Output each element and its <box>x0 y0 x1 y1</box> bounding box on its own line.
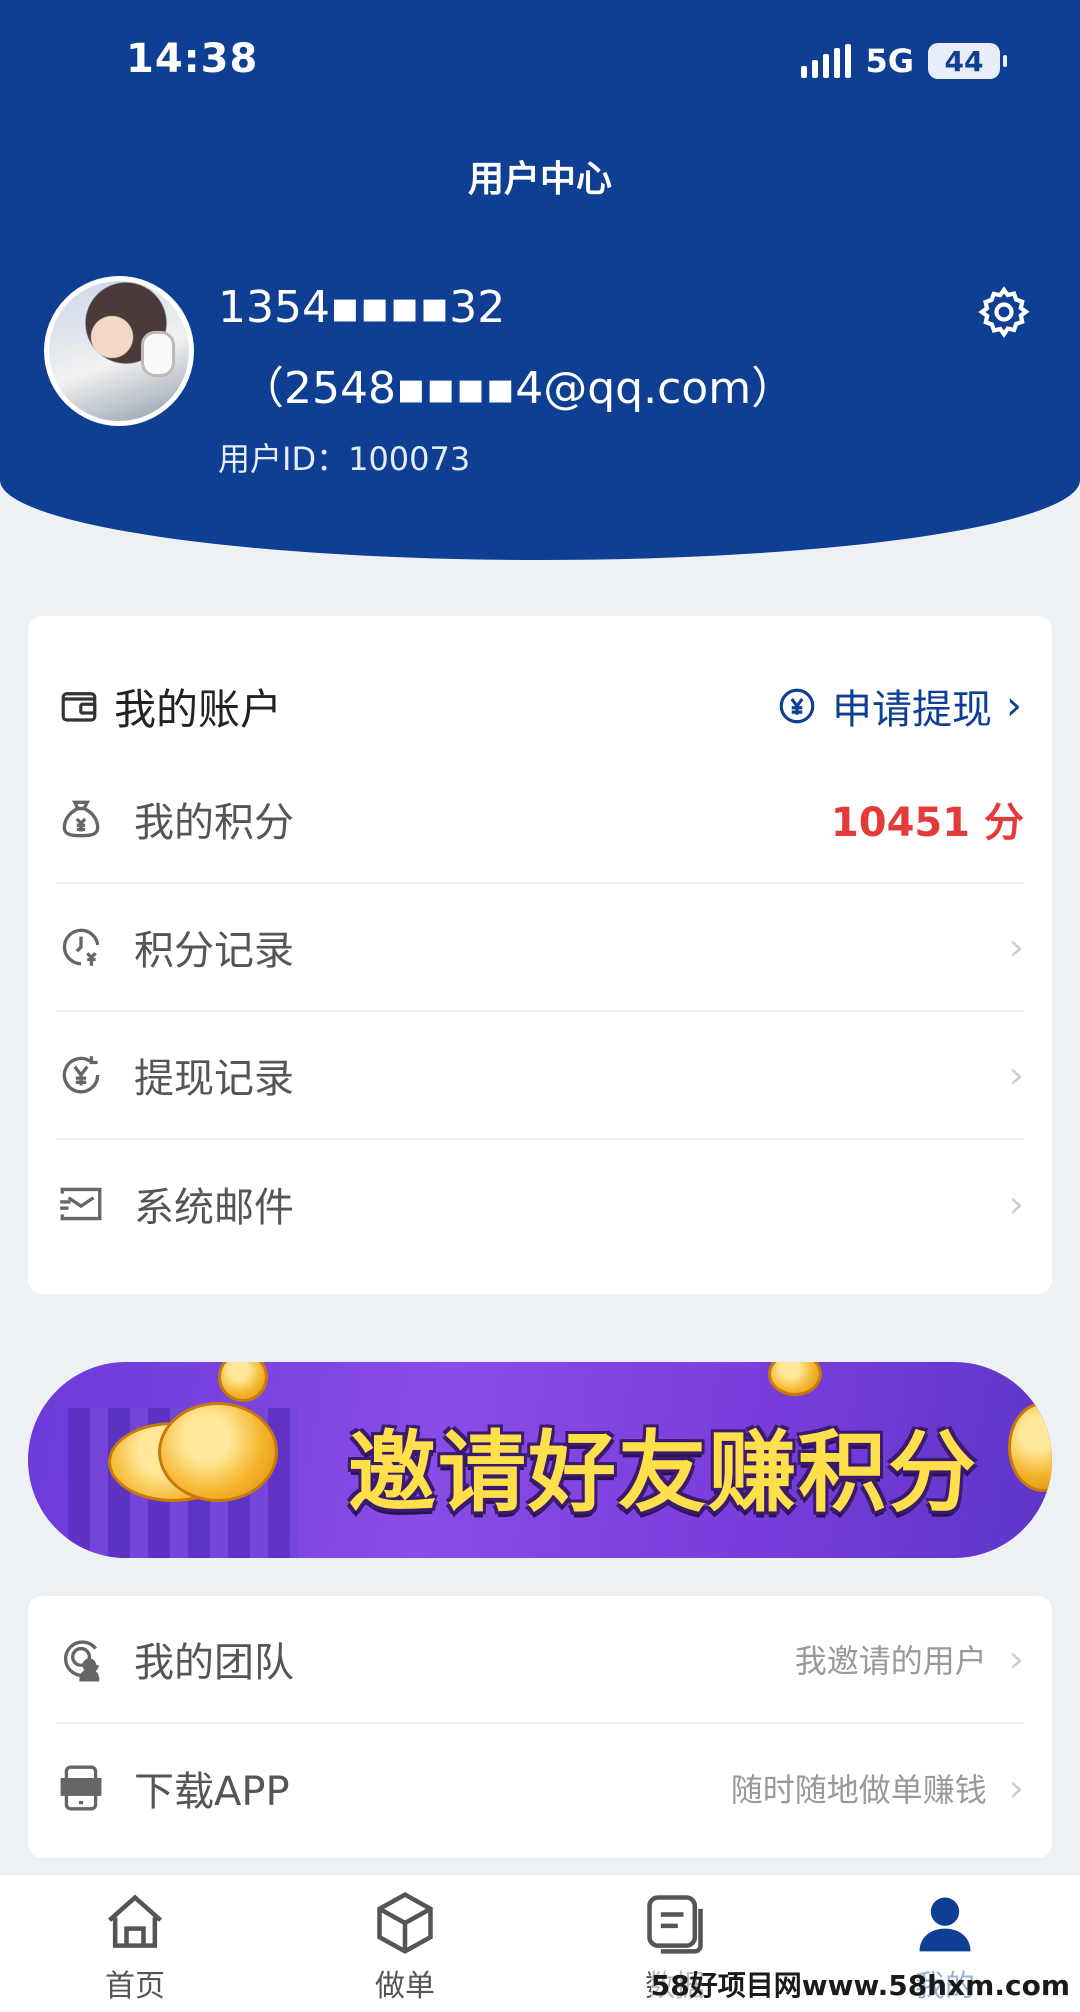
row-points-history[interactable]: 积分记录 › <box>56 884 1024 1012</box>
coin-icon <box>768 1362 822 1396</box>
row-system-mail[interactable]: 系统邮件 › <box>56 1140 1024 1268</box>
points-value: 10451 分 <box>830 800 1024 846</box>
coin-icon <box>1008 1402 1052 1492</box>
mail-icon <box>60 1187 102 1221</box>
chevron-right-icon: › <box>1008 925 1024 969</box>
headphone-decoration <box>141 331 175 377</box>
account-card-header: 我的账户 申请提现 › <box>58 656 1022 756</box>
status-bar-right: 5G 44 <box>801 42 1007 80</box>
avatar[interactable] <box>44 276 194 426</box>
nav-label: 做单 <box>375 1969 435 2004</box>
signal-icon <box>801 44 852 78</box>
user-phone: 1354▪▪▪▪32 <box>218 282 506 333</box>
row-my-points[interactable]: 我的积分 10451 分 <box>56 756 1024 884</box>
app-download-icon <box>60 1765 102 1811</box>
nav-orders[interactable]: 做单 <box>270 1875 540 2012</box>
coin-icon <box>158 1402 278 1502</box>
nav-label: 首页 <box>105 1969 165 2004</box>
box-icon <box>377 1892 433 1954</box>
row-subtitle: 我邀请的用户 <box>794 1642 987 1680</box>
profile-header <box>0 0 1080 560</box>
chevron-right-icon: › <box>1008 1182 1024 1226</box>
coin-icon <box>218 1362 268 1402</box>
invite-banner[interactable]: 邀请好友赚积分 <box>28 1362 1052 1558</box>
yuan-cycle-icon <box>62 1056 100 1094</box>
network-type: 5G <box>865 42 914 80</box>
withdraw-button[interactable]: 申请提现 › <box>776 677 1022 735</box>
chevron-right-icon: › <box>1008 1053 1024 1097</box>
gear-icon[interactable] <box>976 284 1032 340</box>
more-card: 我的团队 我邀请的用户 › 下载APP 随时随地做单赚钱 › <box>28 1596 1052 1858</box>
profile-icon <box>919 1897 971 1952</box>
home-icon <box>107 1894 163 1948</box>
row-label: 提现记录 <box>134 1056 294 1102</box>
row-label: 我的积分 <box>134 800 294 846</box>
team-icon <box>64 1640 100 1682</box>
chevron-right-icon: › <box>1008 1766 1024 1810</box>
account-title: 我的账户 <box>114 684 283 734</box>
row-label: 系统邮件 <box>134 1185 294 1231</box>
chevron-right-icon: › <box>1008 1637 1024 1681</box>
row-label: 积分记录 <box>134 928 294 974</box>
watermark: 58好项目网www.58hxm.com <box>650 1964 1070 2004</box>
row-withdraw-history[interactable]: 提现记录 › <box>56 1012 1024 1140</box>
row-download-app[interactable]: 下载APP 随时随地做单赚钱 › <box>56 1724 1024 1852</box>
row-label: 下载APP <box>134 1769 290 1815</box>
status-time: 14:38 <box>126 36 259 82</box>
nav-home[interactable]: 首页 <box>0 1875 270 2012</box>
page-title: 用户中心 <box>467 159 612 200</box>
banner-text: 邀请好友赚积分 <box>348 1421 979 1524</box>
withdraw-label: 申请提现 <box>832 687 992 733</box>
yuan-circle-icon <box>779 688 815 724</box>
data-icon <box>647 1895 703 1954</box>
user-id: 用户ID：100073 <box>218 440 471 478</box>
chevron-right-icon: › <box>1006 683 1022 729</box>
row-subtitle: 随时随地做单赚钱 <box>730 1771 987 1809</box>
battery-icon: 44 <box>928 43 1007 79</box>
money-bag-icon <box>62 800 100 838</box>
account-card: 我的账户 申请提现 › 我的积分 10451 分 积分记录 › 提现记录 › 系… <box>28 616 1052 1294</box>
wallet-icon <box>61 692 97 722</box>
user-email: （2548▪▪▪▪4@qq.com） <box>240 363 796 414</box>
clock-yuan-icon <box>62 928 100 966</box>
row-label: 我的团队 <box>134 1640 294 1686</box>
row-my-team[interactable]: 我的团队 我邀请的用户 › <box>56 1596 1024 1724</box>
